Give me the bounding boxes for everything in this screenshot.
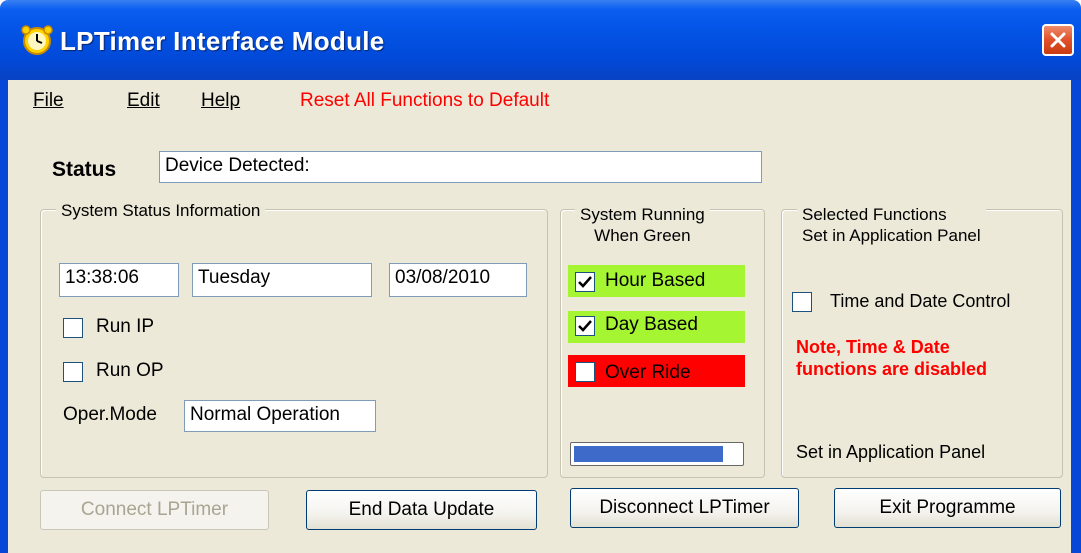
hour-based-checkbox[interactable] <box>575 272 595 292</box>
time-date-control-checkbox[interactable] <box>792 292 812 312</box>
time-date-note-line1: Note, Time & Date <box>796 337 950 357</box>
system-running-title: System Running When Green <box>575 204 710 246</box>
app-window: LPTimer Interface Module File Edit Help … <box>0 0 1081 553</box>
over-ride-label: Over Ride <box>605 362 691 383</box>
time-date-control-label: Time and Date Control <box>830 291 1011 311</box>
hour-based-label: Hour Based <box>605 270 706 291</box>
status-label: Status <box>52 158 117 181</box>
disconnect-lptimer-button[interactable]: Disconnect LPTimer <box>570 488 799 528</box>
oper-mode-field[interactable]: Normal Operation <box>184 400 376 432</box>
time-field[interactable]: 13:38:06 <box>59 263 179 297</box>
progress-fill <box>574 446 723 462</box>
menu-edit-mnemonic: Edit <box>127 90 160 111</box>
run-ip-label: Run IP <box>96 316 155 337</box>
run-op-label: Run OP <box>96 360 164 381</box>
oper-mode-label: Oper.Mode <box>63 404 157 425</box>
exit-programme-button[interactable]: Exit Programme <box>834 488 1061 528</box>
clock-icon <box>20 24 54 58</box>
close-button[interactable] <box>1042 24 1074 56</box>
over-ride-checkbox[interactable] <box>575 362 595 382</box>
run-ip-checkbox[interactable] <box>63 318 83 338</box>
date-field[interactable]: 03/08/2010 <box>389 263 527 297</box>
menu-edit[interactable]: Edit <box>127 90 160 112</box>
menu-file[interactable]: File <box>33 90 64 112</box>
run-op-checkbox[interactable] <box>63 362 83 382</box>
system-status-group <box>40 209 548 478</box>
system-status-title: System Status Information <box>56 200 266 221</box>
selected-functions-title-line2: Set in Application Panel <box>802 226 981 245</box>
title-bar[interactable]: LPTimer Interface Module <box>0 0 1081 80</box>
checkmark-icon <box>578 320 592 332</box>
selected-functions-title-line1: Selected Functions <box>802 205 947 224</box>
system-running-title-line1: System Running <box>580 205 705 224</box>
selected-functions-footer: Set in Application Panel <box>796 442 986 462</box>
time-date-note: Note, Time & Date functions are disabled <box>796 336 987 380</box>
menu-help-mnemonic: Help <box>201 90 241 111</box>
window-title: LPTimer Interface Module <box>60 26 385 56</box>
progress-bar <box>570 442 744 466</box>
connect-lptimer-button[interactable]: Connect LPTimer <box>40 490 269 530</box>
status-field[interactable]: Device Detected: <box>159 151 762 183</box>
menu-help[interactable]: Help <box>201 90 240 112</box>
selected-functions-title: Selected Functions Set in Application Pa… <box>797 204 986 246</box>
day-based-label: Day Based <box>605 314 698 335</box>
day-based-checkbox[interactable] <box>575 316 595 336</box>
menu-file-mnemonic: File <box>33 90 64 111</box>
time-date-note-line2: functions are disabled <box>796 359 988 379</box>
system-running-group <box>560 209 765 478</box>
checkmark-icon <box>578 276 592 288</box>
reset-all-functions-link[interactable]: Reset All Functions to Default <box>300 90 549 112</box>
end-data-update-button[interactable]: End Data Update <box>306 490 537 530</box>
close-icon <box>1050 32 1066 48</box>
day-field[interactable]: Tuesday <box>192 263 372 297</box>
system-running-title-line2: When Green <box>594 226 691 245</box>
